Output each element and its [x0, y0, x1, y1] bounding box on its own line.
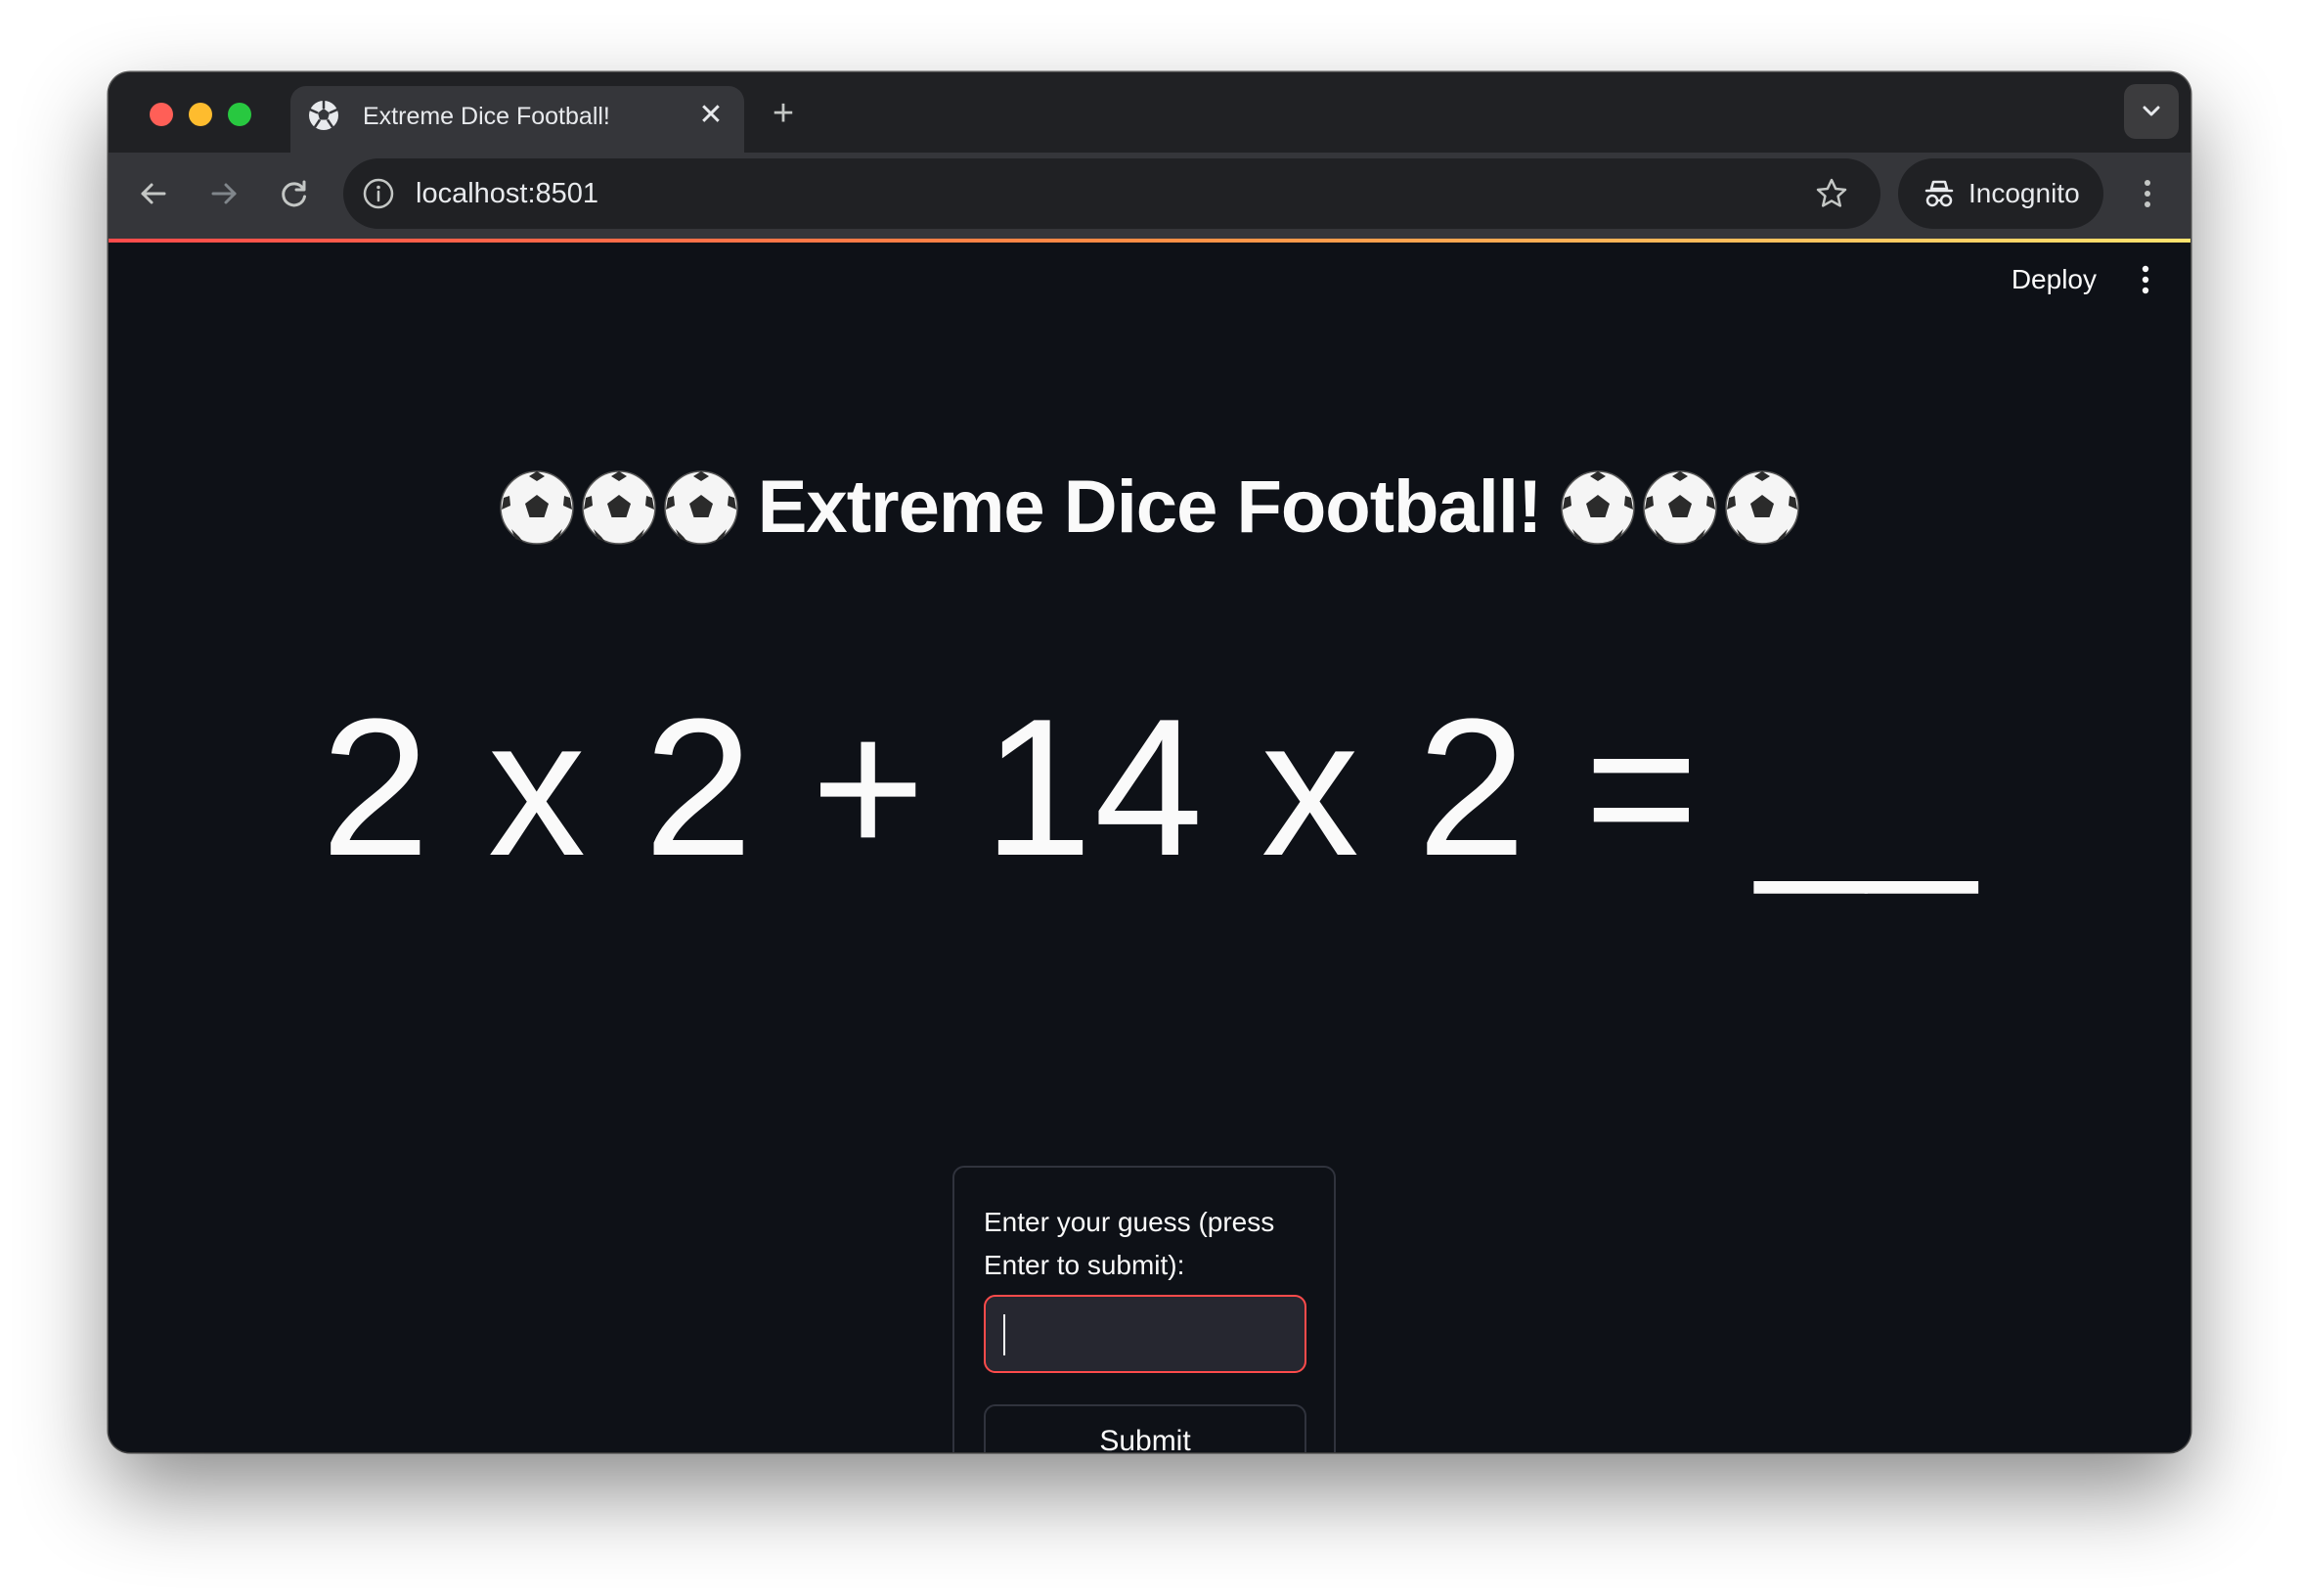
app-page: Deploy Extreme Dice Football! 2 x 2 + 14…: [109, 243, 2190, 1452]
more-vertical-icon: [2145, 180, 2150, 207]
bookmark-star-icon[interactable]: [1812, 174, 1851, 213]
browser-menu-button[interactable]: [2124, 170, 2171, 217]
url-text[interactable]: localhost:8501: [416, 177, 598, 210]
soccer-ball-icon: [1725, 470, 1800, 545]
close-window-button[interactable]: [150, 103, 173, 126]
deploy-button[interactable]: Deploy: [2012, 262, 2097, 297]
soccer-ball-icon: [581, 470, 656, 545]
incognito-label: Incognito: [1968, 178, 2080, 208]
tab-close-icon[interactable]: ✕: [693, 98, 729, 133]
back-button[interactable]: [130, 170, 177, 217]
tab-strip: Extreme Dice Football! ✕ +: [109, 72, 2190, 153]
tab-active[interactable]: Extreme Dice Football! ✕: [290, 86, 744, 153]
soccer-ball-group-right: [1559, 468, 1801, 547]
soccer-ball-icon: [1643, 470, 1718, 545]
guess-input-label: Enter your guess (press Enter to submit)…: [984, 1207, 1275, 1280]
soccer-ball-icon: [1561, 470, 1636, 545]
page-title-text: Extreme Dice Football!: [757, 466, 1543, 549]
soccer-ball-icon: [663, 470, 738, 545]
guess-form: Enter your guess (press Enter to submit)…: [952, 1166, 1336, 1452]
arrow-left-icon: [141, 183, 166, 204]
guess-input[interactable]: [984, 1295, 1306, 1373]
tab-search-button[interactable]: [2124, 84, 2179, 139]
app-menu-button[interactable]: [2124, 258, 2167, 301]
minimize-window-button[interactable]: [189, 103, 212, 126]
site-info-icon[interactable]: [361, 176, 396, 211]
reload-icon: [282, 180, 306, 207]
more-vertical-icon: [2142, 265, 2149, 294]
page-title: Extreme Dice Football!: [109, 464, 2190, 552]
chevron-down-icon: [2143, 106, 2160, 116]
address-bar[interactable]: localhost:8501: [343, 158, 1880, 229]
incognito-icon: [1924, 180, 1954, 207]
new-tab-button[interactable]: +: [764, 94, 803, 133]
tab-title: Extreme Dice Football!: [363, 103, 610, 130]
maximize-window-button[interactable]: [228, 103, 251, 126]
soccer-ball-icon: [499, 470, 574, 545]
submit-button[interactable]: Submit: [984, 1404, 1306, 1452]
arrow-right-icon: [211, 183, 237, 204]
forward-button[interactable]: [200, 170, 247, 217]
text-cursor: [1003, 1314, 1005, 1355]
browser-toolbar: localhost:8501 Incognito: [109, 153, 2190, 239]
soccer-ball-group-left: [498, 468, 740, 547]
dice-equation: 2 x 2 + 14 x 2 = __: [321, 679, 1978, 897]
soccer-ball-favicon-icon: [309, 101, 338, 130]
browser-window: Extreme Dice Football! ✕ + localhost:850…: [109, 72, 2190, 1452]
incognito-indicator[interactable]: Incognito: [1898, 158, 2103, 229]
reload-button[interactable]: [271, 170, 318, 217]
